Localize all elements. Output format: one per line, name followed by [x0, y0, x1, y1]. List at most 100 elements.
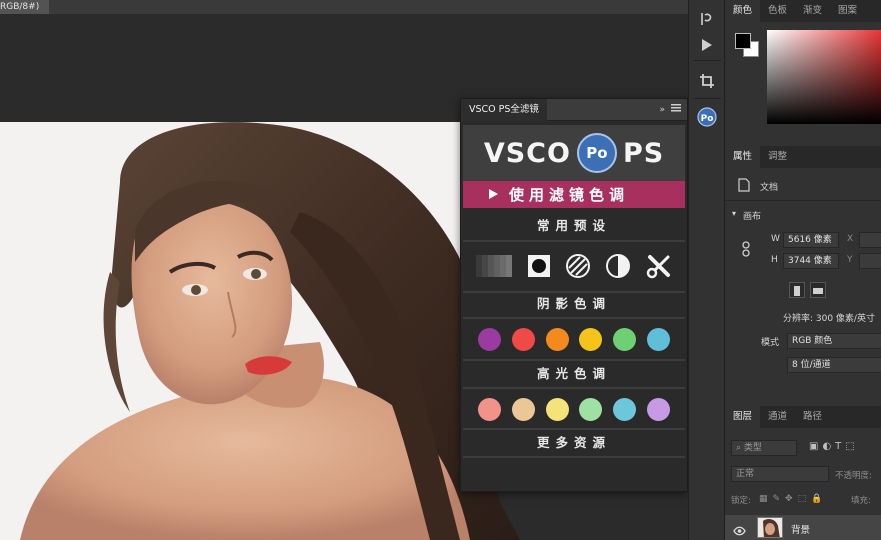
mode-row: 模式 RGB 颜色: [725, 333, 881, 349]
canvas-section-header[interactable]: ▾ 画布: [725, 209, 881, 223]
tab-properties[interactable]: 属性: [725, 146, 761, 168]
document-label: 文档: [760, 183, 779, 193]
divider: [725, 200, 881, 201]
y-label: Y: [847, 255, 853, 265]
svg-text:Po: Po: [701, 114, 714, 124]
history-icon[interactable]: [696, 8, 718, 30]
vsco-plugin-icon[interactable]: Po: [696, 106, 718, 128]
tab-paths[interactable]: 路径: [795, 406, 830, 428]
tab-swatches[interactable]: 色板: [760, 0, 795, 22]
width-field[interactable]: 5616 像素: [783, 232, 839, 248]
tab-patterns[interactable]: 图案: [830, 0, 865, 22]
highlight-color-swatch-1[interactable]: [478, 397, 502, 421]
tab-adjustments[interactable]: 调整: [760, 146, 795, 168]
logo-badge: Po: [576, 133, 617, 173]
shadow-color-swatch-1[interactable]: [478, 327, 502, 351]
resolution-row: 分辨率: 300 像素/英寸: [725, 311, 881, 325]
color-picker-field[interactable]: [767, 30, 881, 124]
layer-row-background[interactable]: 背景: [725, 515, 881, 540]
panel-menu-icon[interactable]: [671, 104, 681, 115]
highlight-color-swatch-2[interactable]: [511, 397, 535, 421]
shadow-color-swatch-6[interactable]: [646, 327, 670, 351]
properties-panel-tabs: 属性 调整: [725, 146, 881, 168]
search-icon: ⌕: [736, 443, 742, 453]
document-icon: [738, 178, 750, 195]
depth-row: 8 位/通道: [725, 357, 881, 373]
height-field[interactable]: 3744 像素: [783, 253, 839, 269]
tab-layers[interactable]: 图层: [725, 406, 761, 428]
collapse-panel-icon[interactable]: »: [659, 105, 665, 115]
width-row: W 5616 像素 X: [725, 232, 881, 248]
foreground-background-swatch[interactable]: [735, 33, 761, 59]
highlight-color-swatches: [463, 389, 685, 429]
plugin-panel-body: VSCO Po PS 使用滤镜色调 常用预设 阴影色调 高光色调 更多资源: [461, 121, 687, 491]
layer-filter-label: 类型: [743, 443, 762, 453]
vsco-plugin-panel: VSCO PS全滤镜 » VSCO Po PS 使用滤镜色调 常用预设 阴影色调…: [460, 98, 688, 492]
document-tab[interactable]: RGB/8#): [0, 0, 50, 14]
logo-ps-text: PS: [622, 137, 665, 169]
shadow-color-swatch-3[interactable]: [545, 327, 569, 351]
tab-channels[interactable]: 通道: [760, 406, 795, 428]
logo-vsco-text: VSCO: [483, 137, 571, 169]
preset-buttons-row: [463, 246, 685, 290]
blend-mode-select[interactable]: 正常: [731, 466, 829, 482]
divider: [693, 60, 721, 61]
color-panel-tabs: 颜色 色板 渐变 图案: [725, 0, 881, 22]
shadow-color-swatch-5[interactable]: [612, 327, 636, 351]
vsco-ps-logo: VSCO Po PS: [463, 125, 685, 181]
document-tab-strip: RGB/8#): [0, 0, 688, 14]
canvas-label: 画布: [743, 212, 762, 222]
landscape-orientation-icon[interactable]: [810, 282, 826, 298]
half-circle-icon[interactable]: [605, 253, 631, 283]
divider: [693, 98, 721, 99]
crop-icon[interactable]: [696, 70, 718, 92]
gradient-bars-icon[interactable]: [476, 255, 513, 281]
x-field[interactable]: [859, 232, 881, 248]
highlight-color-swatch-4[interactable]: [579, 397, 603, 421]
height-label: H: [771, 255, 778, 265]
portrait-orientation-icon[interactable]: [789, 282, 805, 298]
highlight-color-swatch-5[interactable]: [612, 397, 636, 421]
bit-depth-select[interactable]: 8 位/通道: [787, 357, 881, 373]
divider: [463, 240, 685, 242]
mode-label: 模式: [761, 338, 780, 348]
layer-filter-select[interactable]: ⌕ 类型: [731, 440, 797, 456]
fill-label: 填充:: [851, 496, 871, 506]
panel-icon-strip: Po: [688, 0, 724, 540]
layer-filter-icons[interactable]: ▣◐T⬚: [809, 441, 859, 452]
highlight-color-swatch-3[interactable]: [545, 397, 569, 421]
stripe-circle-icon[interactable]: [565, 253, 591, 283]
shadow-color-swatch-2[interactable]: [511, 327, 535, 351]
width-label: W: [771, 234, 780, 244]
divider: [463, 456, 685, 458]
photoshop-window: RGB/8#) VSCO PS全滤镜 » VSCO Po PS 使用滤镜色调 常…: [0, 0, 881, 540]
lock-label: 锁定:: [731, 496, 751, 506]
eye-visibility-icon[interactable]: [733, 521, 746, 540]
plugin-panel-title[interactable]: VSCO PS全滤镜: [461, 98, 547, 121]
section-shadows-label: 阴影色调: [536, 295, 611, 311]
play-triangle-icon: [489, 189, 498, 199]
layer-name: 背景: [791, 525, 811, 536]
chevron-down-icon: ▾: [732, 209, 737, 218]
plugin-panel-header: VSCO PS全滤镜 »: [461, 98, 687, 121]
y-field[interactable]: [859, 253, 881, 269]
tab-color[interactable]: 颜色: [725, 0, 761, 22]
mode-select[interactable]: RGB 颜色: [787, 333, 881, 349]
right-panels: 颜色 色板 渐变 图案 属性 调整 文档 ▾ 画布 W 5616 像素 X H …: [724, 0, 881, 540]
section-presets-label: 常用预设: [536, 217, 611, 233]
more-resources-button[interactable]: 更多资源: [463, 428, 685, 454]
resolution-text: 分辨率: 300 像素/英寸: [783, 314, 875, 324]
shadow-color-swatches: [463, 319, 685, 359]
apply-filter-button[interactable]: 使用滤镜色调: [463, 181, 685, 208]
lock-options-icons[interactable]: ▦✎✥⬚🔒: [759, 494, 827, 504]
x-label: X: [847, 234, 854, 244]
square-vignette-icon[interactable]: [527, 254, 551, 282]
play-actions-icon[interactable]: [696, 34, 718, 56]
height-row: H 3744 像素 Y: [725, 253, 881, 269]
opacity-label: 不透明度:: [835, 471, 872, 481]
tab-gradients[interactable]: 渐变: [795, 0, 830, 22]
wrench-tools-icon[interactable]: [646, 253, 672, 283]
apply-filter-label: 使用滤镜色调: [509, 186, 630, 204]
highlight-color-swatch-6[interactable]: [646, 397, 670, 421]
shadow-color-swatch-4[interactable]: [579, 327, 603, 351]
